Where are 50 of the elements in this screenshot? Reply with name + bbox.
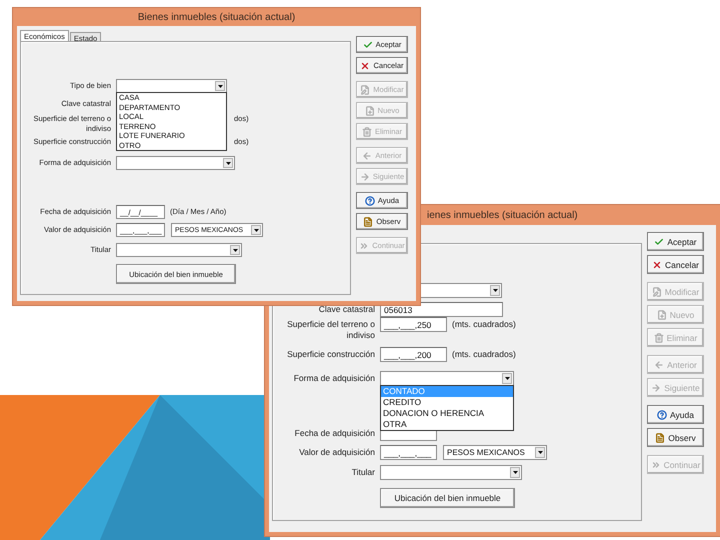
input-field[interactable]: ___,___,___	[380, 445, 437, 460]
arrow-left-icon	[654, 360, 664, 370]
dropdown-field[interactable]	[380, 465, 522, 480]
action-button[interactable]: Cancelar	[647, 255, 704, 274]
action-button[interactable]: Ayuda	[647, 405, 704, 424]
field-label: Titular	[352, 467, 375, 477]
caret-icon	[215, 81, 225, 91]
field-label: Fecha de adquisición	[294, 428, 375, 438]
arrow-right-icon	[651, 382, 662, 392]
caret-icon	[535, 447, 545, 458]
check-icon	[362, 40, 373, 50]
input-field[interactable]: ___,___,200	[380, 347, 447, 362]
arrow-right-icon	[360, 172, 370, 182]
field-label: Forma de adquisición	[294, 373, 375, 383]
x-icon	[360, 60, 370, 70]
document-icon	[363, 216, 374, 226]
field-label: Superficie del terreno o indiviso	[287, 319, 375, 340]
dropdown-field[interactable]	[116, 156, 235, 170]
unit-hint: (mts. cuadrados)	[452, 348, 516, 359]
trash-icon	[362, 126, 372, 136]
field-label: Clave catastral	[318, 304, 375, 314]
help-icon	[657, 410, 668, 420]
caret-icon	[510, 467, 520, 478]
pencil-document-icon	[652, 286, 662, 296]
action-button[interactable]: Aceptar	[647, 232, 704, 251]
check-icon	[654, 236, 664, 246]
field-label: Superficie construcción	[287, 349, 375, 359]
caret-icon	[223, 158, 233, 168]
unit-hint: (mts. cuadrados)	[452, 318, 516, 329]
pencil-document-icon	[360, 84, 370, 94]
caret-icon	[251, 225, 261, 235]
action-button[interactable]: Observ	[647, 428, 704, 447]
x-icon	[652, 260, 662, 270]
input-field[interactable]: 056013	[380, 302, 503, 317]
dropdown-field[interactable]: PESOS MEXICANOS	[443, 445, 547, 460]
field-label: Valor de adquisición	[299, 447, 375, 457]
help-icon	[364, 196, 375, 206]
new-document-icon	[364, 106, 375, 116]
double-chevron-icon	[650, 460, 661, 470]
dropdown-field[interactable]	[116, 243, 242, 257]
caret-icon	[490, 285, 500, 296]
document-icon	[655, 432, 666, 442]
input-field[interactable]: ___,___,250	[380, 317, 447, 332]
new-document-icon	[656, 310, 667, 320]
arrow-left-icon	[362, 150, 372, 160]
trash-icon	[654, 332, 664, 342]
double-chevron-icon	[359, 240, 370, 250]
caret-icon	[230, 245, 240, 255]
location-button[interactable]: Ubicación del bien inmueble	[380, 488, 515, 508]
caret-icon	[502, 373, 512, 384]
